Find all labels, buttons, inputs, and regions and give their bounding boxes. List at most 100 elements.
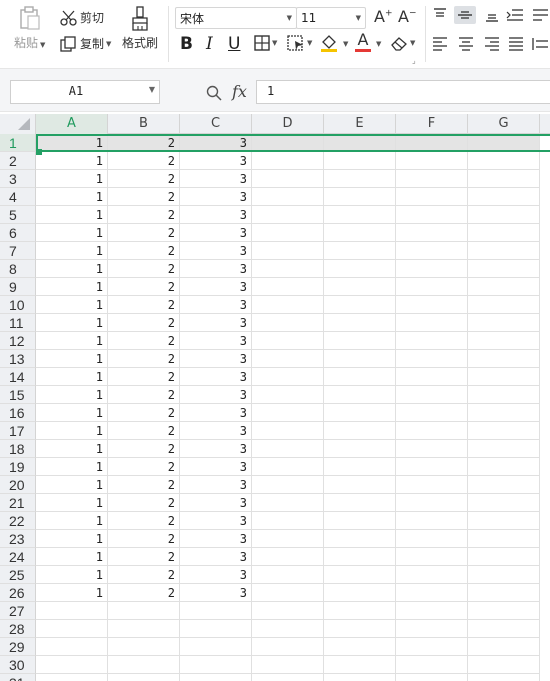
grid-cell[interactable] [396, 206, 468, 224]
grid-cell[interactable]: 1 [36, 206, 108, 224]
grid-cell[interactable]: 1 [36, 404, 108, 422]
grid-cell[interactable] [252, 566, 324, 584]
grid-cell[interactable] [252, 332, 324, 350]
grid-cell[interactable] [252, 206, 324, 224]
grid-cell[interactable] [396, 602, 468, 620]
grid-cell[interactable]: 2 [108, 296, 180, 314]
grid-cell[interactable] [108, 656, 180, 674]
grid-cell[interactable] [324, 638, 396, 656]
grid-cell[interactable]: 2 [108, 404, 180, 422]
grid-cell[interactable] [252, 314, 324, 332]
grid-cell[interactable] [108, 674, 180, 681]
grid-cell[interactable] [396, 314, 468, 332]
align-top-button[interactable] [432, 8, 448, 22]
grid-cell[interactable]: 3 [180, 242, 252, 260]
select-all-corner[interactable] [0, 114, 36, 134]
grid-cell[interactable] [108, 602, 180, 620]
grid-cell[interactable]: 3 [180, 332, 252, 350]
grid-cell[interactable] [468, 620, 540, 638]
grid-cell[interactable] [324, 656, 396, 674]
grid-cell[interactable]: 3 [180, 278, 252, 296]
grid-cell[interactable] [180, 602, 252, 620]
grid-cell[interactable] [396, 530, 468, 548]
grid-cell[interactable] [324, 620, 396, 638]
row-header[interactable]: 4 [0, 188, 36, 206]
grid-cell[interactable]: 2 [108, 566, 180, 584]
fx-icon[interactable]: fx [232, 82, 247, 101]
grid-cell[interactable] [468, 368, 540, 386]
grid-cell[interactable]: 3 [180, 386, 252, 404]
decrease-font-button[interactable]: A− [398, 7, 417, 26]
grid-cell[interactable] [468, 260, 540, 278]
borders-button[interactable]: ▼ [254, 35, 277, 51]
grid-cell[interactable] [252, 638, 324, 656]
grid-cell[interactable] [324, 332, 396, 350]
grid-cell[interactable]: 1 [36, 224, 108, 242]
grid-cell[interactable] [252, 386, 324, 404]
grid-cell[interactable]: 2 [108, 530, 180, 548]
grid-cell[interactable] [468, 134, 540, 152]
grid-cell[interactable] [324, 242, 396, 260]
grid-cell[interactable] [396, 674, 468, 681]
column-header-b[interactable]: B [108, 114, 180, 134]
grid-cell[interactable]: 1 [36, 386, 108, 404]
bold-button[interactable]: B [180, 34, 193, 54]
grid-cell[interactable] [468, 638, 540, 656]
grid-cell[interactable]: 2 [108, 584, 180, 602]
grid-cell[interactable] [252, 476, 324, 494]
grid-cell[interactable]: 2 [108, 512, 180, 530]
grid-cell[interactable] [324, 188, 396, 206]
grid-cell[interactable] [252, 584, 324, 602]
grid-cell[interactable]: 3 [180, 494, 252, 512]
row-header[interactable]: 9 [0, 278, 36, 296]
grid-cell[interactable] [468, 584, 540, 602]
grid-cell[interactable]: 2 [108, 224, 180, 242]
row-header[interactable]: 21 [0, 494, 36, 512]
font-color-button[interactable]: A [355, 32, 371, 52]
align-middle-button[interactable] [454, 6, 476, 24]
grid-cell[interactable] [396, 278, 468, 296]
grid-cell[interactable] [396, 350, 468, 368]
grid-cell[interactable]: 1 [36, 170, 108, 188]
row-header[interactable]: 17 [0, 422, 36, 440]
row-header[interactable]: 6 [0, 224, 36, 242]
font-dialog-launcher-icon[interactable]: ⌟ [412, 56, 416, 65]
align-left-button[interactable] [432, 37, 448, 51]
grid-cell[interactable] [468, 188, 540, 206]
grid-cell[interactable]: 1 [36, 242, 108, 260]
row-header[interactable]: 19 [0, 458, 36, 476]
row-header[interactable]: 1 [0, 134, 36, 152]
grid-cell[interactable] [252, 404, 324, 422]
grid-cell[interactable]: 3 [180, 404, 252, 422]
fill-handle[interactable] [36, 149, 42, 155]
row-header[interactable]: 7 [0, 242, 36, 260]
grid-cell[interactable] [396, 134, 468, 152]
grid-cell[interactable] [252, 134, 324, 152]
grid-cell[interactable]: 1 [36, 296, 108, 314]
row-header[interactable]: 31 [0, 674, 36, 681]
copy-button[interactable]: 复制 ▼ [60, 35, 111, 52]
grid-cell[interactable]: 2 [108, 494, 180, 512]
grid-cell[interactable] [396, 260, 468, 278]
grid-cell[interactable] [36, 638, 108, 656]
paste-button[interactable]: 粘贴 ▼ [14, 6, 45, 51]
grid-cell[interactable]: 3 [180, 224, 252, 242]
grid-cell[interactable] [468, 656, 540, 674]
grid-cell[interactable] [252, 530, 324, 548]
grid-cell[interactable] [468, 350, 540, 368]
grid-cell[interactable]: 3 [180, 458, 252, 476]
wrap-button[interactable] [532, 8, 548, 22]
row-header[interactable]: 5 [0, 206, 36, 224]
row-header[interactable]: 26 [0, 584, 36, 602]
grid-cell[interactable]: 3 [180, 350, 252, 368]
grid-cell[interactable]: 2 [108, 206, 180, 224]
grid-cell[interactable] [324, 350, 396, 368]
grid-cell[interactable] [324, 404, 396, 422]
grid-cell[interactable] [324, 134, 396, 152]
row-header[interactable]: 18 [0, 440, 36, 458]
grid-cell[interactable] [396, 476, 468, 494]
chevron-down-icon[interactable]: ▼ [376, 40, 381, 48]
grid-cell[interactable] [324, 296, 396, 314]
row-header[interactable]: 14 [0, 368, 36, 386]
grid-cell[interactable] [180, 656, 252, 674]
